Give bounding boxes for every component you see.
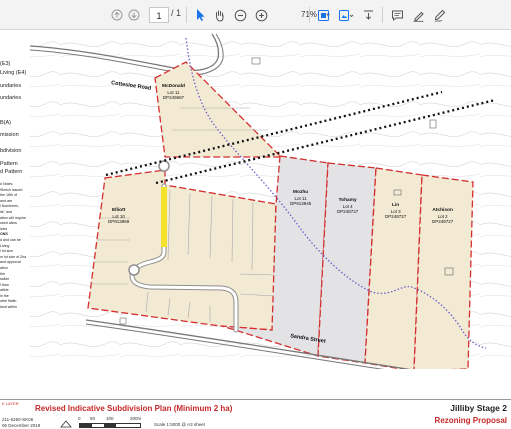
cursor-arrow-icon xyxy=(197,9,205,21)
hand-icon xyxy=(215,10,223,22)
extract-button[interactable] xyxy=(361,5,375,25)
divider xyxy=(382,7,383,23)
scale-bar: 0 50 100 200m xyxy=(78,416,148,428)
lot-number: Lot 4 xyxy=(342,203,353,209)
legend-item: undaries xyxy=(0,95,22,101)
minus-circle-icon xyxy=(234,9,246,21)
scale-label: 100 xyxy=(106,416,114,421)
lot-label-lin: Lin Lot 3 DP248727 xyxy=(385,202,406,220)
zoom-out-button[interactable] xyxy=(233,5,247,25)
drawing-number: 211-5250-SK06 xyxy=(2,417,34,422)
legend-item: bdivision xyxy=(0,148,22,154)
lot-owner: Atchison xyxy=(432,208,453,213)
lot-dp: DP248727 xyxy=(385,214,407,219)
plus-circle-icon xyxy=(255,9,267,21)
lot-label-tohamy: Tohamy Lot 4 DP248727 xyxy=(337,197,358,215)
lot-owner: Mozhu xyxy=(293,190,309,195)
legend-item: d Pattern xyxy=(0,169,23,175)
note-line: land within xyxy=(0,305,17,310)
zoom-in-button[interactable] xyxy=(254,5,268,25)
page-view-button[interactable] xyxy=(337,5,355,25)
scale-text: Scale 1:5000 @ A3 sheet xyxy=(154,422,205,427)
scale-label: 0 xyxy=(78,416,81,421)
legend-notes: d Notes Sketch issued the 16th of and ar… xyxy=(0,182,30,311)
lot-dp: DP913969 xyxy=(108,219,130,224)
select-tool-button[interactable] xyxy=(193,5,207,25)
comment-icon xyxy=(391,10,403,21)
draw-button[interactable] xyxy=(432,5,446,25)
divider xyxy=(186,7,187,23)
arrow-up-circle-icon xyxy=(111,9,123,21)
highlighter-icon xyxy=(413,11,424,22)
page-number-input[interactable]: 1 xyxy=(149,7,169,23)
lot-label-mcdonald: McDonald Lot 11 DP249697 xyxy=(162,83,185,101)
legend-item: mission xyxy=(0,132,19,138)
fit-page-icon xyxy=(317,9,329,21)
highlight-button[interactable] xyxy=(411,5,425,25)
proposal-subtitle: Rezoning Proposal xyxy=(434,416,507,425)
pen-icon xyxy=(434,9,445,22)
fit-page-button[interactable] xyxy=(316,5,330,25)
cul-de-sac xyxy=(128,264,140,276)
arrow-down-circle-icon xyxy=(128,9,140,21)
pdf-toolbar: 1 / 1 71% ▼ xyxy=(0,0,511,30)
page-up-button[interactable] xyxy=(110,5,124,25)
plan-title: Revised Indicative Subdivision Plan (Min… xyxy=(35,404,233,413)
lot-label-elliott: Elliott Lot 10 DP913969 xyxy=(108,207,129,225)
scale-label: 50 xyxy=(90,416,96,421)
lot-dp: DP913945 xyxy=(290,201,312,206)
lot-dp: DP249697 xyxy=(162,95,185,100)
document-page: (E3) Living (E4) undaries undaries B(A) … xyxy=(0,30,511,429)
lot-number: Lot 2 xyxy=(437,213,448,219)
hand-tool-button[interactable] xyxy=(212,5,226,25)
lot-label-mozhu: Mozhu Lot 11 DP913945 xyxy=(290,189,311,207)
access-handle xyxy=(161,187,167,247)
drawing-date: 06 December 2019 xyxy=(2,423,41,428)
title-block: K LAYER Revised Indicative Subdivision P… xyxy=(0,399,511,429)
legend-item: Pattern xyxy=(0,161,18,167)
lot-atchison xyxy=(413,174,474,369)
legend-item: (E3) xyxy=(0,61,11,67)
lot-owner: Elliott xyxy=(111,208,126,213)
lot-number: Lot 11 xyxy=(167,89,180,95)
subdivision-map xyxy=(0,30,511,369)
page-view-icon xyxy=(339,9,354,21)
lot-label-atchison: Atchison Lot 2 DP248727 xyxy=(432,207,453,225)
scale-bar-graphic xyxy=(79,423,141,428)
page-down-button[interactable] xyxy=(127,5,141,25)
lot-dp: DP248727 xyxy=(337,209,359,214)
lot-owner: Tohamy xyxy=(338,198,357,203)
lot-owner: Lin xyxy=(392,203,400,208)
legend-item: undaries xyxy=(0,83,22,89)
legend-item: B(A) xyxy=(0,120,11,126)
lot-number: Lot 3 xyxy=(390,208,401,214)
lot-owner: McDonald xyxy=(162,84,185,89)
tray-arrow-icon xyxy=(363,10,373,20)
page-total: / 1 xyxy=(171,8,182,18)
legend-item: Living (E4) xyxy=(0,70,27,76)
lot-number: Lot 11 xyxy=(294,195,307,201)
scale-label: 200m xyxy=(130,416,142,421)
comment-button[interactable] xyxy=(390,5,404,25)
lot-dp: DP248727 xyxy=(432,219,454,224)
layer-note: K LAYER xyxy=(2,401,19,406)
project-name: Jilliby Stage 2 xyxy=(450,403,507,413)
lot-number: Lot 10 xyxy=(112,213,125,219)
north-arrow-icon xyxy=(60,420,72,428)
divider xyxy=(309,7,310,23)
